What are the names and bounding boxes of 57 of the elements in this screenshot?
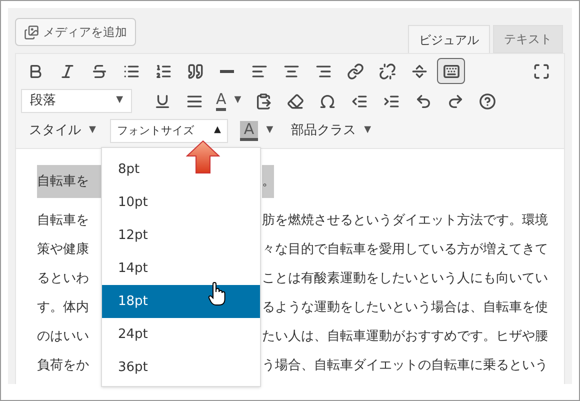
- font-size-option[interactable]: 14pt: [102, 252, 260, 285]
- font-size-option[interactable]: 10pt: [102, 186, 260, 219]
- paragraph-text: 々な目的で自転車を愛用している方が増えてきて: [262, 240, 548, 259]
- help-icon: [478, 92, 496, 110]
- unlink-icon: [378, 62, 396, 80]
- special-character-icon: [318, 92, 336, 110]
- media-icon: [24, 24, 39, 40]
- numbered-list-icon: [154, 62, 172, 80]
- editor-tab[interactable]: ビジュアル: [408, 25, 490, 53]
- paragraph-text: のはいい: [37, 328, 90, 346]
- font-size-option[interactable]: 24pt: [102, 318, 260, 351]
- up-arrow-icon: [186, 140, 220, 174]
- toolbar-toggle-button[interactable]: [437, 58, 465, 84]
- paragraph-text: るといわ: [37, 270, 90, 288]
- paragraph-text: 策や健康: [37, 241, 90, 259]
- add-media-button[interactable]: メディアを追加: [15, 18, 136, 46]
- font-size-option[interactable]: 12pt: [102, 219, 260, 252]
- heading-text: 。: [262, 165, 274, 198]
- align-center-icon: [282, 62, 300, 80]
- paragraph-text: るような運動をしたいという場合は、自転車を使: [262, 299, 548, 317]
- font-size-option[interactable]: 36pt: [102, 351, 260, 384]
- toolbar-toggle-icon: [442, 62, 460, 80]
- editor-tab[interactable]: テキスト: [493, 25, 563, 53]
- parts-class-menu[interactable]: 部品クラス ▼: [283, 119, 380, 143]
- paragraph-text: う場合、自転車ダイエットの自転車に乗るという: [262, 357, 548, 375]
- paragraph-text: 肪を燃焼させるというダイエット方法です。環境: [262, 212, 548, 230]
- font-size-option[interactable]: 8pt: [102, 153, 260, 186]
- clear-formatting-icon: [286, 92, 304, 110]
- align-left-icon: [250, 62, 268, 80]
- background-color-button[interactable]: A ▼: [236, 118, 278, 144]
- paragraph-text: ことは有酸素運動をしたいという人にも向いてい: [262, 270, 548, 288]
- heading-text: 自転車を: [37, 165, 102, 198]
- redo-icon: [446, 92, 464, 110]
- fullscreen-icon: [532, 62, 550, 80]
- hand-cursor-icon: [208, 282, 226, 306]
- format-select[interactable]: 段落 ▼: [21, 89, 132, 113]
- underline-icon: [154, 92, 170, 110]
- paste-text-icon: [254, 92, 272, 110]
- paragraph-text: す。体内: [37, 299, 90, 317]
- align-right-icon: [314, 62, 332, 80]
- style-menu[interactable]: スタイル ▼: [21, 119, 104, 143]
- font-size-option[interactable]: 18pt: [102, 285, 260, 318]
- font-size-menu[interactable]: フォントサイズ ▲: [110, 119, 228, 143]
- italic-icon: [58, 62, 76, 80]
- strikethrough-icon: [90, 62, 108, 80]
- undo-icon: [414, 92, 432, 110]
- paragraph-text: 自転車を: [37, 212, 90, 230]
- justify-icon: [186, 92, 202, 110]
- paragraph-text: 負荷をか: [37, 357, 90, 375]
- bullet-list-icon: [122, 62, 140, 80]
- read-more-icon: [410, 62, 428, 80]
- link-icon: [346, 62, 364, 80]
- indent-icon: [382, 92, 400, 110]
- paragraph-text: たい人は、自転車運動がおすすめです。ヒザや腰: [262, 328, 548, 346]
- quote-icon: [186, 62, 204, 80]
- outdent-icon: [350, 92, 368, 110]
- text-color-button[interactable]: A ▼: [212, 88, 246, 114]
